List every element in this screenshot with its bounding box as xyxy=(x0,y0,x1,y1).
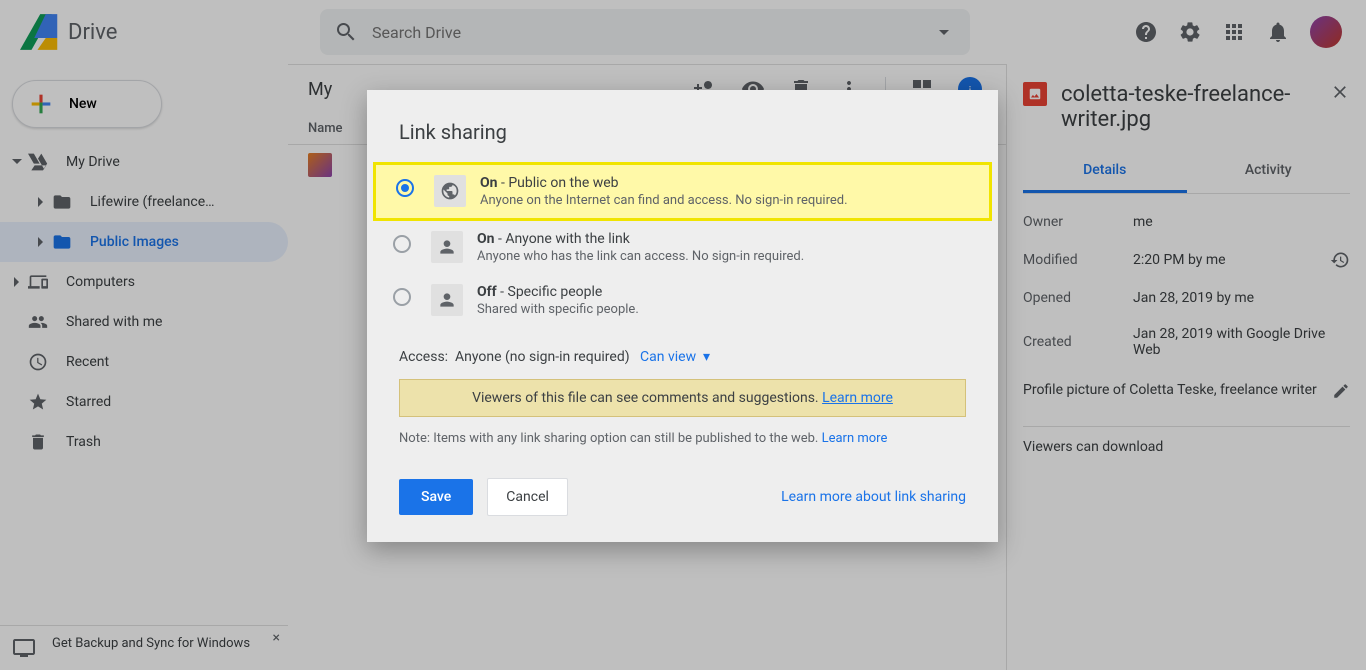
modal-title: Link sharing xyxy=(367,120,998,162)
learn-more-link[interactable]: Learn more xyxy=(822,390,893,406)
learn-more-link[interactable]: Learn more xyxy=(822,431,888,446)
access-row: Access: Anyone (no sign-in required) Can… xyxy=(367,327,998,375)
cancel-button[interactable]: Cancel xyxy=(487,478,568,516)
note-row: Note: Items with any link sharing option… xyxy=(367,421,998,456)
radio-public-web[interactable]: On - Public on the web Anyone on the Int… xyxy=(373,162,992,221)
radio-button[interactable] xyxy=(393,235,411,253)
radio-specific-people[interactable]: Off - Specific people Shared with specif… xyxy=(367,274,998,327)
learn-more-link-sharing[interactable]: Learn more about link sharing xyxy=(781,489,966,505)
radio-anyone-link[interactable]: On - Anyone with the link Anyone who has… xyxy=(367,221,998,274)
save-button[interactable]: Save xyxy=(399,479,473,515)
radio-button[interactable] xyxy=(396,179,414,197)
warning-box: Viewers of this file can see comments an… xyxy=(399,379,966,417)
link-person-icon xyxy=(431,231,463,263)
link-sharing-modal: Link sharing On - Public on the web Anyo… xyxy=(367,90,998,542)
access-permission-dropdown[interactable]: Can view ▾ xyxy=(640,349,710,365)
globe-icon xyxy=(434,175,466,207)
radio-button[interactable] xyxy=(393,288,411,306)
person-icon xyxy=(431,284,463,316)
